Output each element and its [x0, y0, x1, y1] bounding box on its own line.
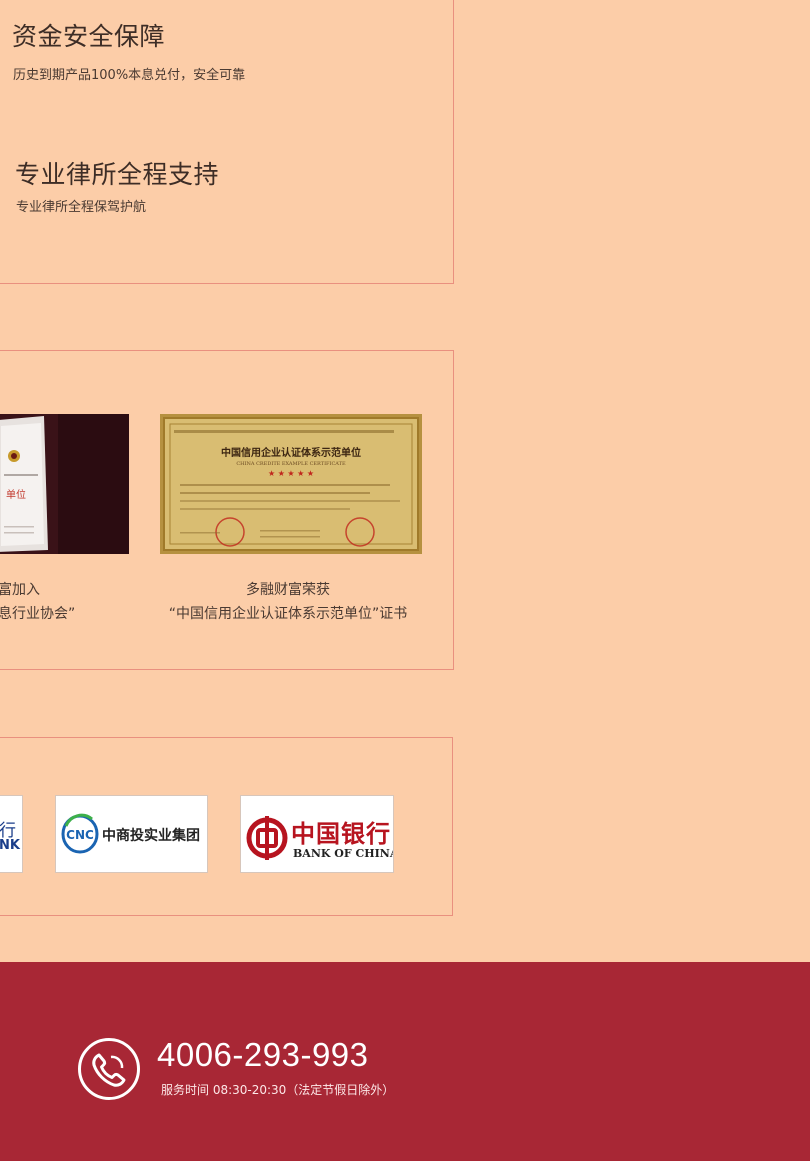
cert-stars: ★ ★ ★ ★ ★: [268, 469, 314, 478]
cert-subtitle: CHINA CREDITE EXAMPLE CERTIFICATE: [236, 461, 346, 467]
partner-cnc-name: 中商投实业集团: [102, 828, 200, 844]
cert-title: 中国信用企业认证体系示范单位: [221, 446, 361, 459]
cert-caption-right-line2: “中国信用企业认证体系示范单位”证书: [168, 606, 408, 622]
bank-of-china-emblem-icon: [246, 816, 288, 860]
certificate-graphic: 中国信用企业认证体系示范单位 CHINA CREDITE EXAMPLE CER…: [160, 414, 422, 554]
plaque-graphic: 单位: [0, 414, 129, 554]
partner-logo-cnc[interactable]: CNC 中商投实业集团: [55, 795, 208, 873]
feature-desc-fund-safety: 历史到期产品100%本息兑付，安全可靠: [13, 68, 246, 83]
feature-desc-legal-support: 专业律所全程保驾护航: [16, 200, 147, 215]
svg-text:CNC: CNC: [66, 828, 94, 842]
cert-image-credit-enterprise[interactable]: 中国信用企业认证体系示范单位 CHINA CREDITE EXAMPLE CER…: [160, 414, 422, 554]
partner-logo-bank-partial[interactable]: 行 NK: [0, 795, 23, 873]
service-hours: 服务时间 08:30-20:30（法定节假日除外）: [161, 1083, 395, 1097]
feature-title-legal-support: 专业律所全程支持: [15, 160, 220, 189]
partner-bank-en: NK: [0, 838, 20, 853]
hotline-number[interactable]: 4006-293-993: [157, 1036, 369, 1074]
feature-title-fund-safety: 资金安全保障: [12, 22, 166, 51]
phone-icon[interactable]: [77, 1037, 141, 1101]
plaque-text: 单位: [6, 488, 26, 501]
cert-caption-left-line1: 富加入: [0, 582, 40, 598]
cert-caption-left-line2: 息行业协会”: [0, 606, 76, 622]
cert-image-association[interactable]: 单位: [0, 414, 129, 554]
partner-logo-bank-of-china[interactable]: 中国银行 BANK OF CHINA: [240, 795, 394, 873]
partner-boc-cn: 中国银行: [291, 819, 391, 848]
cert-caption-right-line1: 多融财富荣获: [246, 582, 330, 598]
partner-boc-en: BANK OF CHINA: [293, 847, 394, 860]
